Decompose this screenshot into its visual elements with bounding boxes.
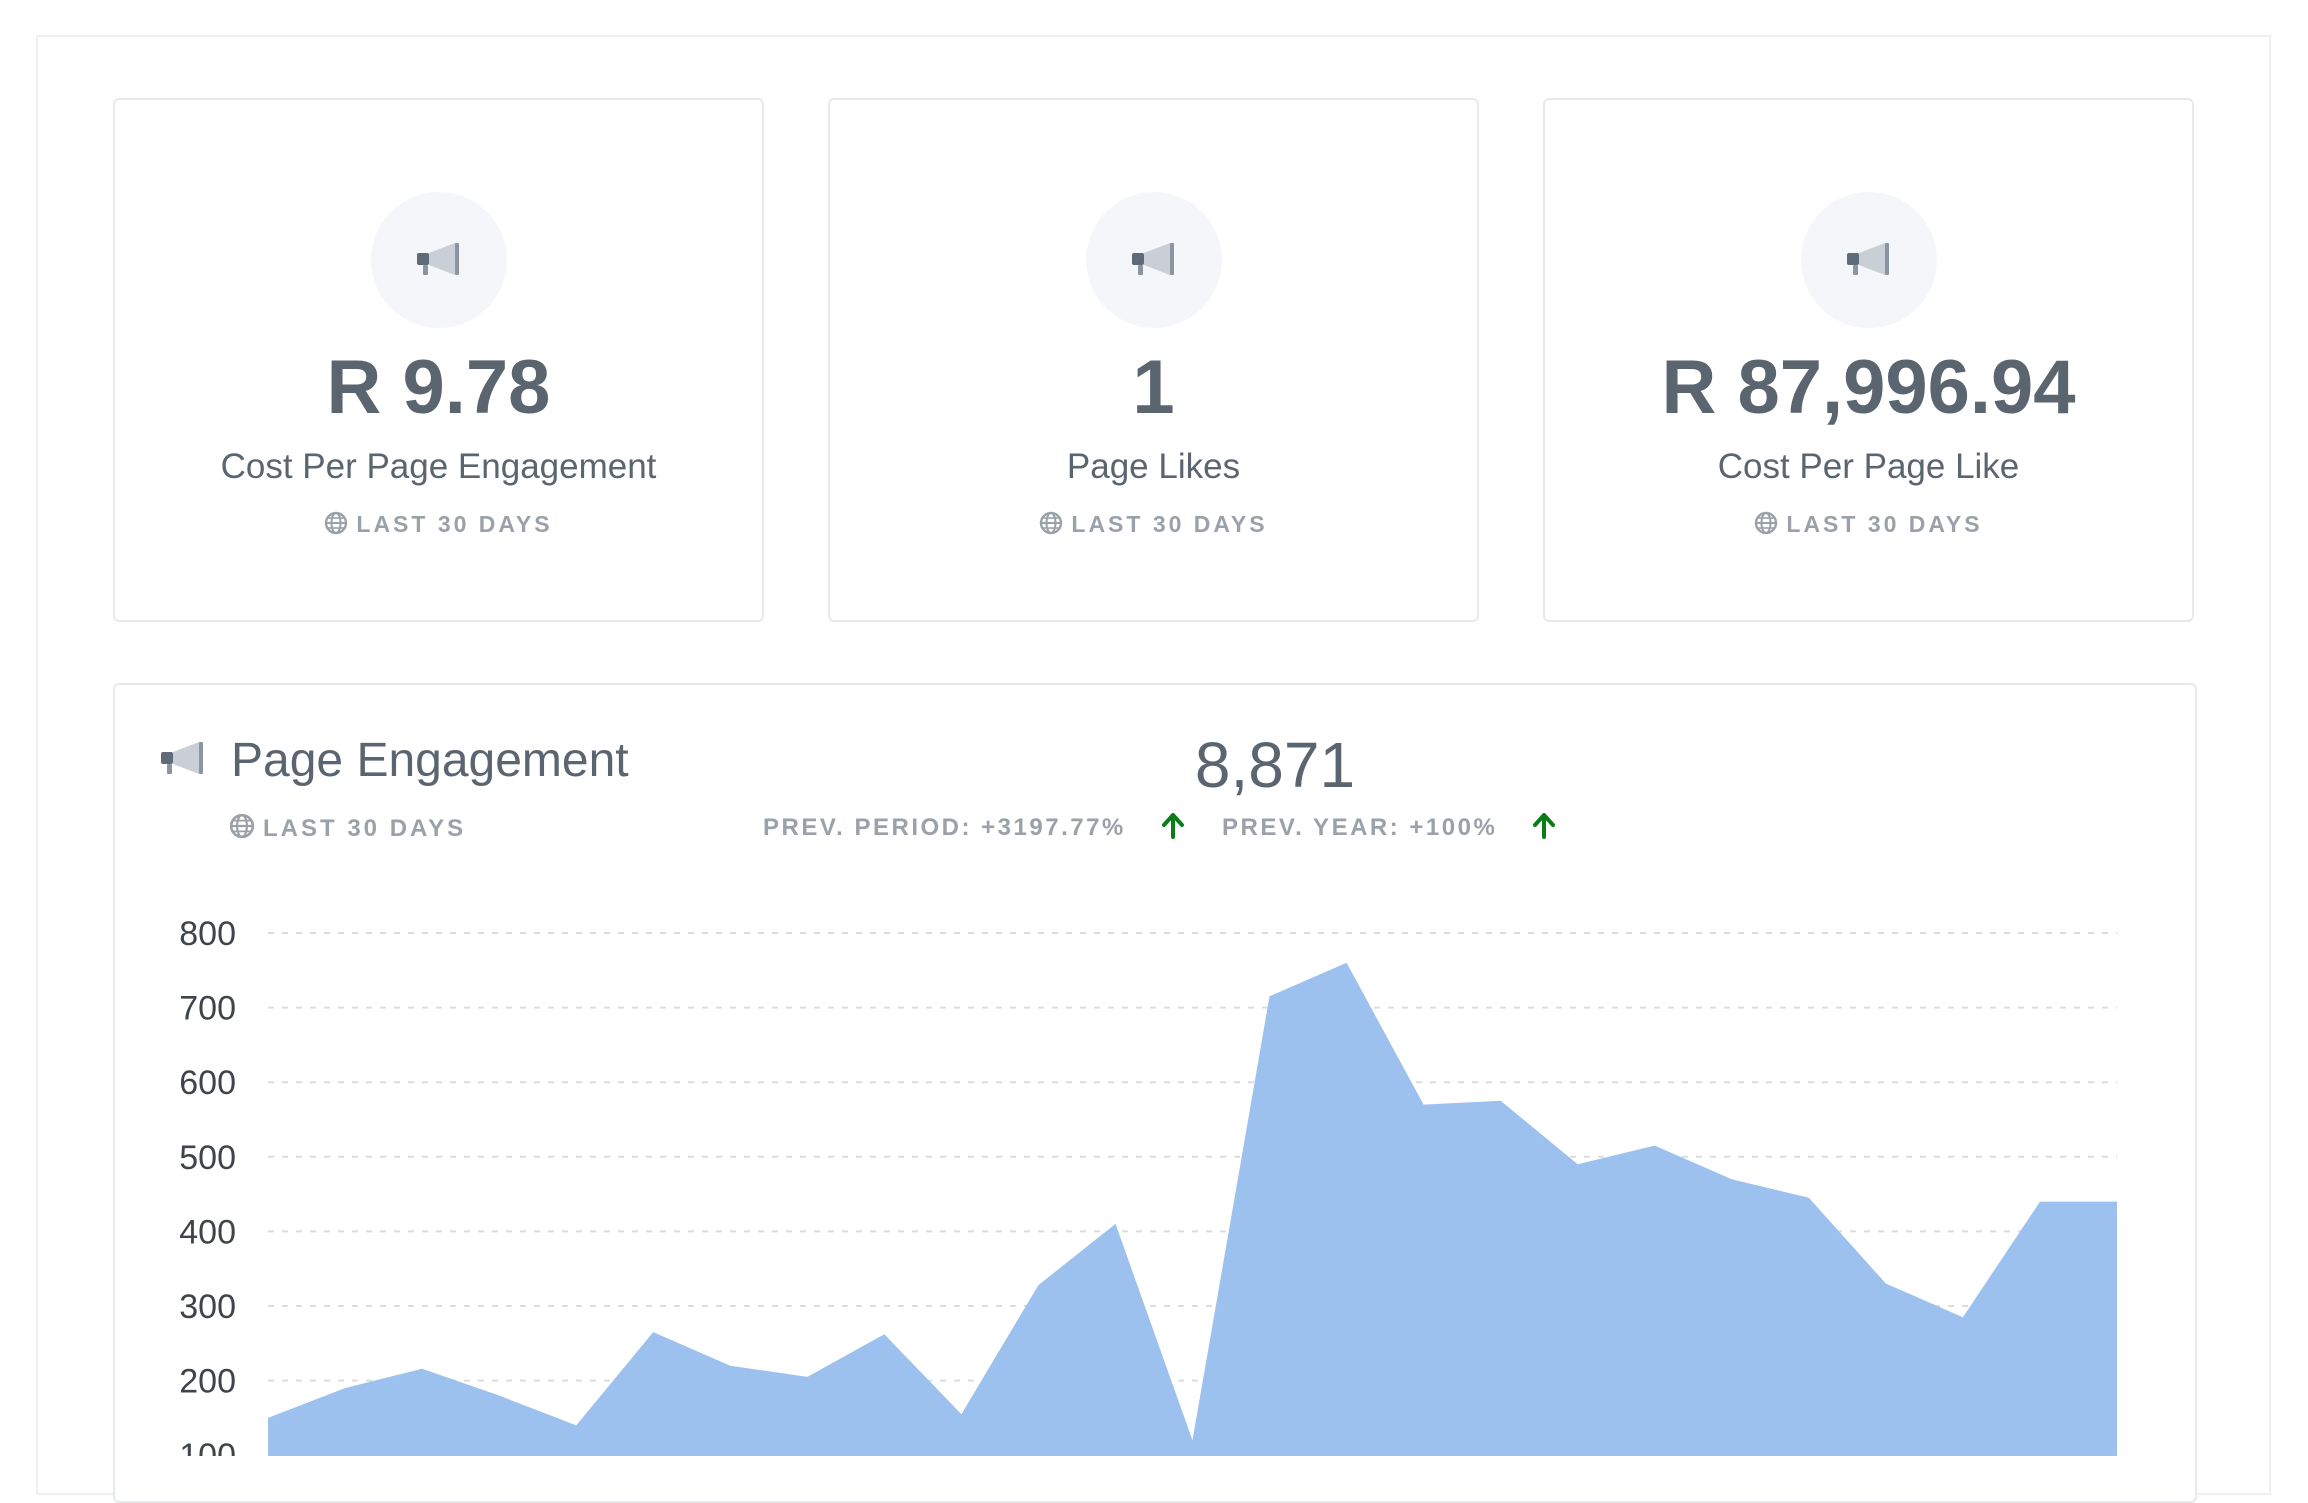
data-point[interactable] xyxy=(955,1408,967,1420)
data-point[interactable] xyxy=(647,1326,659,1338)
data-point[interactable] xyxy=(1418,1099,1430,1111)
data-point[interactable] xyxy=(2111,1196,2123,1208)
data-point[interactable] xyxy=(570,1419,582,1431)
data-point[interactable] xyxy=(878,1328,890,1340)
data-point[interactable] xyxy=(1726,1173,1738,1185)
data-point[interactable] xyxy=(1495,1095,1507,1107)
data-point[interactable] xyxy=(339,1382,351,1394)
y-tick-label: 200 xyxy=(179,1363,236,1401)
data-point[interactable] xyxy=(1341,957,1353,969)
y-tick-label: 400 xyxy=(179,1213,236,1251)
data-point[interactable] xyxy=(2034,1196,2046,1208)
data-point[interactable] xyxy=(801,1371,813,1383)
data-point[interactable] xyxy=(1803,1192,1815,1204)
data-point[interactable] xyxy=(262,1412,274,1424)
y-tick-label: 700 xyxy=(179,990,236,1028)
area-series xyxy=(268,962,2117,1456)
y-tick-label: 100 xyxy=(179,1437,236,1456)
data-point[interactable] xyxy=(1572,1158,1584,1170)
data-point[interactable] xyxy=(1957,1311,1969,1323)
data-point[interactable] xyxy=(1649,1140,1661,1152)
data-point[interactable] xyxy=(493,1390,505,1402)
data-point[interactable] xyxy=(1880,1278,1892,1290)
data-point[interactable] xyxy=(724,1360,736,1372)
data-point[interactable] xyxy=(1032,1279,1044,1291)
data-point[interactable] xyxy=(416,1363,428,1375)
y-tick-label: 800 xyxy=(179,915,236,953)
data-point[interactable] xyxy=(1187,1434,1199,1446)
data-point[interactable] xyxy=(1264,990,1276,1002)
y-tick-label: 500 xyxy=(179,1139,236,1177)
y-tick-label: 300 xyxy=(179,1288,236,1326)
engagement-area-chart: 800 700 600 500 400 300 200 100 xyxy=(179,915,2123,1456)
y-tick-label: 600 xyxy=(179,1064,236,1102)
data-point[interactable] xyxy=(1110,1218,1122,1230)
